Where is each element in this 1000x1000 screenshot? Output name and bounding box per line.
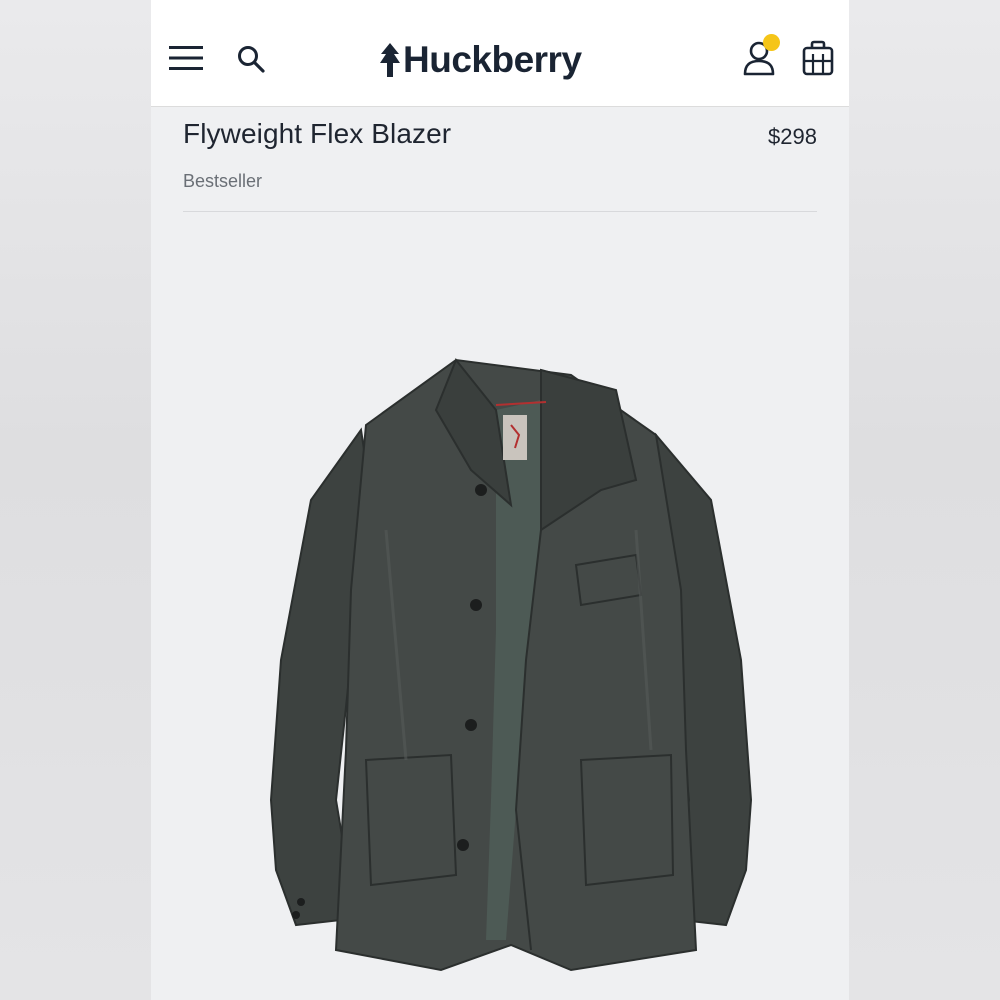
shopping-bag-icon[interactable] [802, 40, 834, 76]
mobile-page: Huckberry Flyweight Flex Blazer $298 Bes… [151, 0, 849, 1000]
site-header: Huckberry [151, 0, 849, 107]
hamburger-menu-icon[interactable] [169, 45, 203, 71]
product-price: $298 [768, 124, 817, 149]
left-blur-margin [0, 0, 151, 1000]
notification-dot [763, 34, 780, 51]
product-image[interactable] [241, 330, 761, 990]
brand-logo[interactable]: Huckberry [379, 38, 582, 82]
bestseller-badge: Bestseller [183, 171, 263, 191]
tree-logo-icon [380, 43, 400, 77]
product-title: Flyweight Flex Blazer [183, 118, 452, 149]
divider [183, 211, 817, 212]
brand-name: Huckberry [403, 39, 582, 80]
search-icon[interactable] [237, 45, 265, 73]
right-blur-margin [849, 0, 1000, 1000]
